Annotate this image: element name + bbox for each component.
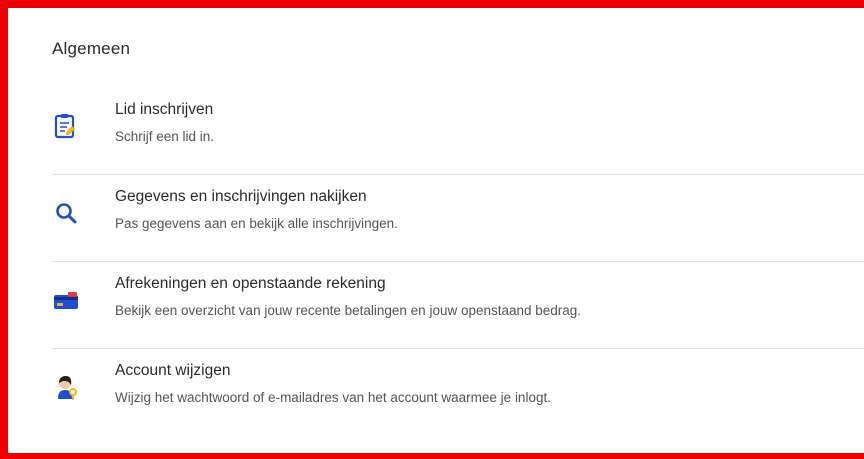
list-item-lid-inschrijven[interactable]: Lid inschrijven Schrijf een lid in. <box>52 88 864 175</box>
section-title: Algemeen <box>52 39 131 58</box>
item-description: Pas gegevens aan en bekijk alle inschrij… <box>115 216 398 231</box>
item-title: Account wijzigen <box>115 362 231 379</box>
credit-card-icon <box>52 286 80 314</box>
clipboard-pencil-icon <box>52 112 80 140</box>
item-title: Lid inschrijven <box>115 101 214 118</box>
item-description: Wijzig het wachtwoord of e-mailadres van… <box>115 390 551 405</box>
item-title: Gegevens en inschrijvingen nakijken <box>115 188 367 205</box>
item-title: Afrekeningen en openstaande rekening <box>115 275 386 292</box>
list-item-afrekeningen[interactable]: Afrekeningen en openstaande rekening Bek… <box>52 262 864 349</box>
item-description: Bekijk een overzicht van jouw recente be… <box>115 303 582 318</box>
user-key-icon <box>52 373 80 401</box>
list-item-gegevens-nakijken[interactable]: Gegevens en inschrijvingen nakijken Pas … <box>52 175 864 262</box>
settings-list: Lid inschrijven Schrijf een lid in. Gege… <box>52 88 864 436</box>
search-icon <box>52 199 80 227</box>
list-item-account-wijzigen[interactable]: Account wijzigen Wijzig het wachtwoord o… <box>52 349 864 436</box>
item-description: Schrijf een lid in. <box>115 129 215 144</box>
